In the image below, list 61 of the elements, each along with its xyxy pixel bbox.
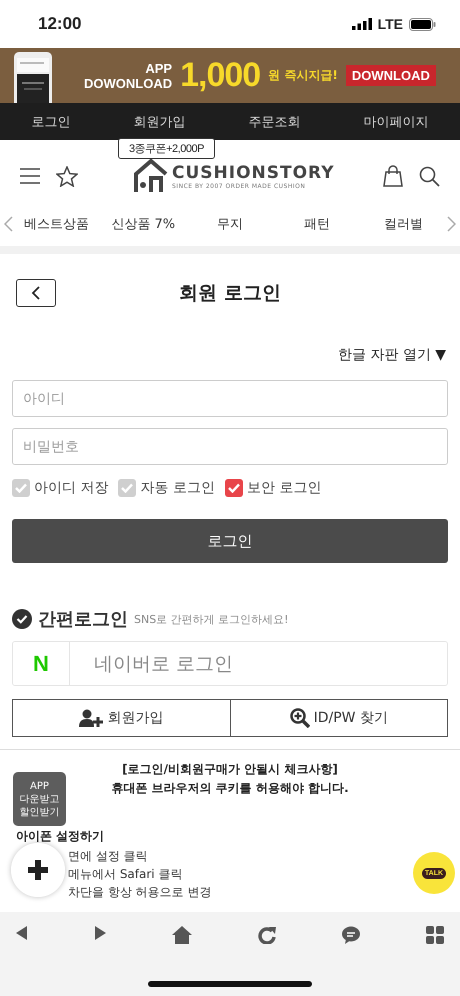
zoom-in-icon <box>290 708 310 728</box>
menu-icon[interactable] <box>20 168 40 184</box>
top-nav-link[interactable]: 주문조회 <box>240 108 308 134</box>
search-icon[interactable] <box>419 166 440 186</box>
naver-login-button[interactable]: N 네이버로 로그인 <box>12 641 448 686</box>
reload-icon[interactable] <box>258 926 276 944</box>
add-user-icon <box>79 709 104 727</box>
forward-icon[interactable] <box>94 926 106 940</box>
plus-icon <box>27 859 49 881</box>
category-link[interactable]: 무지 <box>186 215 274 233</box>
page-title: 회원 로그인 <box>178 281 282 306</box>
signal-icon <box>352 18 372 30</box>
notice-subheading: 아이폰 설정하기 <box>16 828 104 845</box>
notice-heading: [로그인/비회원구매가 안될시 체크사항] <box>122 761 338 778</box>
top-nav-link[interactable]: 회원가입 <box>126 108 194 134</box>
notice-step: 메뉴에서 Safari 클릭 <box>68 865 182 883</box>
section-subtitle: SNS로 간편하게 로그인하세요! <box>134 612 289 626</box>
battery-icon <box>409 18 436 30</box>
checkbox-label[interactable]: 보안 로그인 <box>246 479 322 497</box>
checkbox-label[interactable]: 자동 로그인 <box>140 479 215 497</box>
find-account-button[interactable]: ID/PW 찾기 <box>230 699 448 737</box>
category-link[interactable]: 신상품 7% <box>100 215 187 233</box>
category-link[interactable]: 컬러별 <box>360 215 447 233</box>
logo-text: CUSHIONSTORY <box>172 162 335 182</box>
notice-step: 차단을 항상 허용으로 변경 <box>68 883 212 901</box>
category-link[interactable]: 패턴 <box>273 215 360 233</box>
keyboard-toggle[interactable]: 한글 자판 열기 ▼ <box>338 347 446 363</box>
chevron-left-icon <box>31 286 41 300</box>
coupon-tag: 3종쿠폰+2,000P <box>118 138 215 159</box>
top-nav-link[interactable]: 마이페이지 <box>356 108 436 134</box>
banner-download-text: DOWONLOAD <box>84 76 172 90</box>
notice-text: 휴대폰 브라우저의 쿠키를 허용해야 합니다. <box>111 780 349 797</box>
house-icon <box>134 159 168 193</box>
checkbox[interactable] <box>118 479 136 497</box>
login-button[interactable]: 로그인 <box>12 519 448 563</box>
network-label: LTE <box>378 16 403 32</box>
back-icon[interactable] <box>16 926 28 940</box>
join-button[interactable]: 회원가입 <box>12 699 230 737</box>
notice-step: 면에 설정 클릭 <box>68 847 148 865</box>
shopping-bag-icon[interactable] <box>383 165 403 187</box>
input-field[interactable]: 비밀번호 <box>12 428 448 465</box>
checkbox[interactable] <box>224 479 243 497</box>
status-time: 12:00 <box>38 14 82 34</box>
home-icon[interactable] <box>172 926 192 944</box>
plus-button[interactable] <box>11 843 65 897</box>
checkbox-label[interactable]: 아이디 저장 <box>34 479 108 497</box>
star-icon[interactable] <box>56 166 78 186</box>
chat-icon[interactable] <box>342 926 360 944</box>
section-title: 간편로그인 <box>38 608 128 631</box>
top-nav-link[interactable]: 로그인 <box>24 108 78 134</box>
back-button[interactable] <box>16 279 56 307</box>
banner-amount-text: 원 즉시지급! <box>268 67 338 84</box>
banner-amount: 1,000 <box>180 56 260 95</box>
checkbox[interactable] <box>12 479 30 497</box>
category-link[interactable]: 베스트상품 <box>13 215 100 233</box>
banner-app-text: APP <box>145 60 172 76</box>
app-discount-button[interactable]: APP 다운받고 할인받기 <box>13 772 66 826</box>
grid-icon[interactable] <box>426 926 444 944</box>
check-circle-icon <box>12 609 32 629</box>
input-field[interactable]: 아이디 <box>12 380 448 417</box>
download-button[interactable]: DOWNLOAD <box>346 65 436 86</box>
